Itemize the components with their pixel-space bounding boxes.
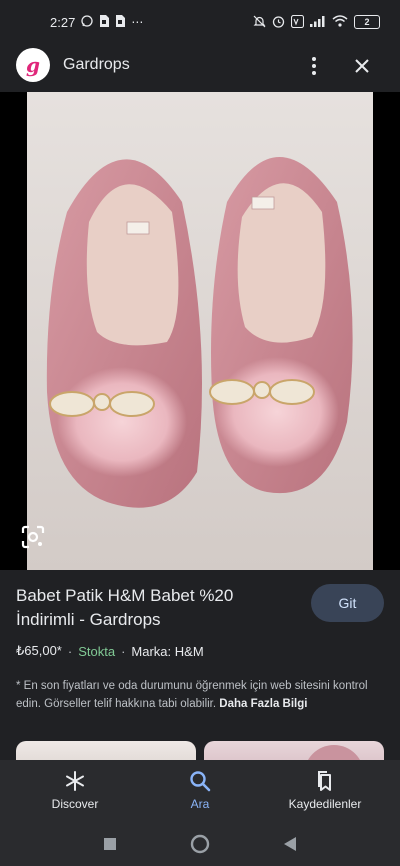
lens-icon — [21, 525, 45, 549]
app-bar: g Gardrops — [0, 44, 400, 88]
gardrops-logo: g — [16, 48, 50, 82]
nav-search[interactable]: Ara — [140, 768, 260, 811]
product-meta: ₺65,00* · Stokta · Marka: H&M — [16, 643, 204, 659]
saved-icon — [265, 768, 385, 794]
brand: Marka: H&M — [131, 643, 204, 659]
back-button[interactable] — [280, 834, 300, 854]
bottom-navigation: Discover Ara Kaydedilenler — [0, 760, 400, 822]
nav-saved[interactable]: Kaydedilenler — [265, 768, 385, 811]
circle-icon — [190, 834, 210, 854]
learn-more-link[interactable]: Daha Fazla Bilgi — [219, 698, 307, 710]
visit-button[interactable]: Git — [311, 584, 384, 622]
sim-icon — [115, 15, 126, 29]
wifi-icon — [332, 15, 348, 29]
nav-discover[interactable]: Discover — [15, 768, 135, 811]
signal-icon — [310, 15, 326, 29]
nav-label: Kaydedilenler — [288, 797, 362, 811]
nav-label: Discover — [51, 797, 99, 811]
separator-dot: · — [67, 643, 73, 659]
sim-icon — [99, 15, 110, 29]
back-triangle-icon — [284, 837, 296, 851]
more-notifications-icon: ⋯ — [131, 15, 144, 29]
recents-button[interactable] — [100, 834, 120, 854]
disclaimer: * En son fiyatları ve oda durumunu öğren… — [16, 677, 376, 713]
vowifi-icon — [290, 14, 305, 30]
price: ₺65,00* — [16, 643, 62, 658]
product-image-container[interactable] — [0, 92, 400, 570]
asterisk-icon — [15, 768, 135, 794]
disclaimer-text: * En son fiyatları ve oda durumunu öğren… — [16, 680, 368, 710]
source-title[interactable]: Gardrops — [63, 56, 130, 74]
product-title[interactable]: Babet Patik H&M Babet %20 İndirimli - Ga… — [16, 584, 291, 632]
stock-status: Stokta — [78, 643, 116, 659]
battery-icon: 2 — [354, 15, 380, 29]
nav-label: Ara — [190, 797, 210, 811]
more-vert-icon — [312, 57, 316, 75]
separator-dot: · — [121, 643, 126, 659]
system-navigation-bar — [0, 822, 400, 866]
more-options-button[interactable] — [304, 52, 324, 80]
square-icon — [104, 838, 116, 850]
google-lens-button[interactable] — [20, 524, 46, 550]
alarm-icon — [272, 15, 285, 30]
mute-icon — [253, 15, 266, 30]
product-image[interactable] — [27, 92, 373, 570]
whatsapp-icon — [81, 15, 93, 29]
close-button[interactable] — [348, 52, 376, 80]
search-icon — [140, 768, 260, 794]
status-time: 2:27 — [50, 14, 76, 30]
close-icon — [355, 59, 369, 73]
status-bar: 2:27 ⋯ 2 — [0, 0, 400, 44]
home-button[interactable] — [190, 834, 210, 854]
